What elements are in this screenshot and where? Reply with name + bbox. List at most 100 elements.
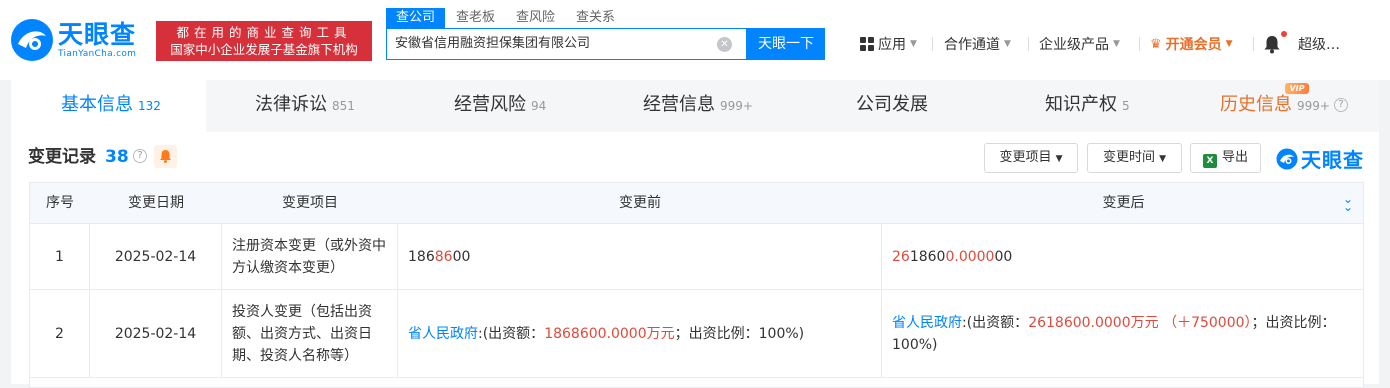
- tab-history-info[interactable]: 历史信息 999+?: [1220, 80, 1348, 132]
- before-part: 00: [452, 248, 471, 265]
- chevron-down-icon: ▼: [910, 39, 917, 49]
- search-tab-relation[interactable]: 查关系: [566, 8, 625, 28]
- logo-eye-icon: [11, 19, 53, 61]
- chevron-down-icon: ▼: [1113, 39, 1120, 49]
- nav-partners-label: 合作通道: [944, 37, 1000, 53]
- table-row: 2 2025-02-14 投资人变更（包括出资额、出资方式、出资日期、投资人名称…: [29, 290, 1364, 378]
- help-icon[interactable]: ?: [133, 149, 147, 163]
- tianyancha-logo[interactable]: 天眼查 TianYanCha.com: [10, 18, 136, 62]
- amount-value: 1868600.0000万元: [544, 325, 675, 342]
- tab-label: 历史信息: [1220, 94, 1292, 115]
- header-index: 序号: [46, 195, 74, 211]
- notification-bell-icon[interactable]: [1263, 34, 1281, 54]
- tab-operating-info[interactable]: 经营信息 999+: [643, 80, 753, 132]
- company-tabs: 基本信息 132 法律诉讼 851 经营风险 94 经营信息 999+ 公司发展 知识产…: [11, 80, 1379, 132]
- after-highlight: 0.0000: [945, 248, 995, 265]
- nav-partners[interactable]: 合作通道 ▼: [944, 33, 1011, 55]
- tab-company-development[interactable]: 公司发展: [856, 80, 928, 132]
- top-header: 天眼查 TianYanCha.com 都在用的商业查询工具 国家中小企业发展子基…: [0, 0, 1390, 80]
- tab-count: 94: [531, 99, 547, 113]
- expand-collapse-icon[interactable]: ⌄ ⌄: [1343, 193, 1357, 213]
- tab-label: 经营信息: [643, 94, 715, 115]
- tab-count: 999+: [720, 99, 753, 113]
- alert-bell-icon[interactable]: [154, 145, 177, 168]
- amount-value: 2618600.0000万元 （＋750000）: [1028, 314, 1252, 331]
- nav-vip-label: 开通会员: [1165, 37, 1222, 53]
- row-before: 省人民政府:(出资额：1868600.0000万元；出资比例：100%): [398, 290, 882, 377]
- table-header: 序号 变更日期 变更项目 变更前 变更后 ⌄ ⌄: [29, 182, 1364, 224]
- tab-count: 999+: [1297, 99, 1330, 113]
- after-part: 1860: [909, 248, 946, 265]
- clear-search-icon[interactable]: ✕: [717, 37, 732, 52]
- search-type-tabs: 查公司 查老板 查风险 查关系: [386, 8, 626, 28]
- logo-domain: TianYanCha.com: [58, 48, 137, 59]
- tab-count: 132: [138, 99, 161, 113]
- slogan-line-1: 都在用的商业查询工具: [176, 25, 352, 40]
- row-date: 2025-02-14: [90, 224, 222, 289]
- nav-divider: [1028, 37, 1029, 51]
- crown-icon: ♛: [1150, 36, 1162, 52]
- nav-enterprise[interactable]: 企业级产品 ▼: [1039, 33, 1120, 55]
- after-part: 00: [994, 248, 1013, 265]
- section-title: 变更记录: [28, 147, 96, 167]
- search-input[interactable]: 安徽省信用融资担保集团有限公司 ✕: [386, 28, 747, 60]
- row-date: 2025-02-14: [90, 290, 222, 377]
- nav-vip[interactable]: ♛ 开通会员 ▼: [1150, 33, 1233, 55]
- before-part: 186: [408, 248, 435, 265]
- tianyancha-watermark-logo: 天眼查: [1276, 144, 1364, 173]
- nav-enterprise-label: 企业级产品: [1039, 37, 1109, 53]
- search-tab-risk[interactable]: 查风险: [506, 8, 565, 28]
- filter-time-label: 变更时间: [1102, 150, 1155, 165]
- filter-change-time-dropdown[interactable]: 变更时间 ▼: [1087, 143, 1182, 173]
- tab-label: 公司发展: [856, 94, 928, 115]
- nav-apps-label: 应用: [878, 37, 906, 53]
- chevron-down-icon: ▼: [1004, 39, 1011, 49]
- caret-down-icon: ▼: [1055, 154, 1063, 164]
- export-label: 导出: [1221, 150, 1248, 165]
- filter-item-label: 变更项目: [999, 150, 1052, 165]
- slogan-banner: 都在用的商业查询工具 国家中小企业发展子基金旗下机构: [156, 21, 372, 61]
- chevron-down-icon: ▼: [1225, 39, 1233, 49]
- username: 超级…: [1298, 37, 1340, 53]
- ratio-text: ；出资比例：100%): [674, 325, 805, 342]
- slogan-line-2: 国家中小企业发展子基金旗下机构: [170, 42, 358, 57]
- header-before: 变更前: [619, 195, 661, 211]
- tab-label: 经营风险: [454, 94, 526, 115]
- caret-down-icon: ▼: [1159, 154, 1167, 164]
- tab-label: 法律诉讼: [255, 94, 327, 115]
- row-index: 1: [30, 224, 90, 289]
- help-icon[interactable]: ?: [1333, 98, 1348, 112]
- tab-intellectual-property[interactable]: 知识产权 5: [1045, 80, 1130, 132]
- investor-link[interactable]: 省人民政府: [408, 326, 478, 342]
- nav-apps[interactable]: 应用 ▼: [860, 33, 917, 55]
- notification-dot: [1281, 31, 1287, 37]
- tab-operating-risk[interactable]: 经营风险 94: [454, 80, 546, 132]
- before-highlight: 86: [434, 248, 453, 265]
- filter-change-item-dropdown[interactable]: 变更项目 ▼: [984, 143, 1078, 173]
- tab-label: 基本信息: [61, 94, 133, 115]
- tab-basic-info[interactable]: 基本信息 132: [11, 80, 206, 132]
- search-tab-company[interactable]: 查公司: [386, 8, 446, 28]
- table-row: [29, 378, 1364, 388]
- section-count: 38: [105, 147, 129, 167]
- apps-grid-icon: [860, 37, 874, 51]
- tab-count: 5: [1122, 99, 1130, 113]
- header-item: 变更项目: [282, 195, 338, 211]
- nav-divider: [1139, 37, 1140, 51]
- search-tab-boss[interactable]: 查老板: [446, 8, 505, 28]
- logo-title: 天眼查: [58, 19, 137, 49]
- row-after: 省人民政府:(出资额：2618600.0000万元 （＋750000）；出资比例…: [882, 290, 1363, 377]
- tab-litigation[interactable]: 法律诉讼 851: [255, 80, 355, 132]
- tab-count: 851: [332, 99, 355, 113]
- investor-link[interactable]: 省人民政府: [892, 315, 962, 331]
- row-index: 2: [30, 290, 90, 377]
- search-button[interactable]: 天眼一下: [747, 28, 825, 60]
- user-menu[interactable]: 超级…: [1298, 33, 1340, 55]
- change-records-table: 序号 变更日期 变更项目 变更前 变更后 ⌄ ⌄ 1 2025-02-14 注册资…: [29, 182, 1364, 388]
- export-button[interactable]: X 导出: [1190, 143, 1261, 173]
- table-row: 1 2025-02-14 注册资本变更（或外资中方认缴资本变更） 1868600…: [29, 224, 1364, 290]
- header-after: 变更后: [1102, 195, 1145, 211]
- amount-label: :(出资额：: [478, 325, 545, 342]
- excel-icon: X: [1202, 154, 1217, 168]
- nav-divider: [932, 37, 933, 51]
